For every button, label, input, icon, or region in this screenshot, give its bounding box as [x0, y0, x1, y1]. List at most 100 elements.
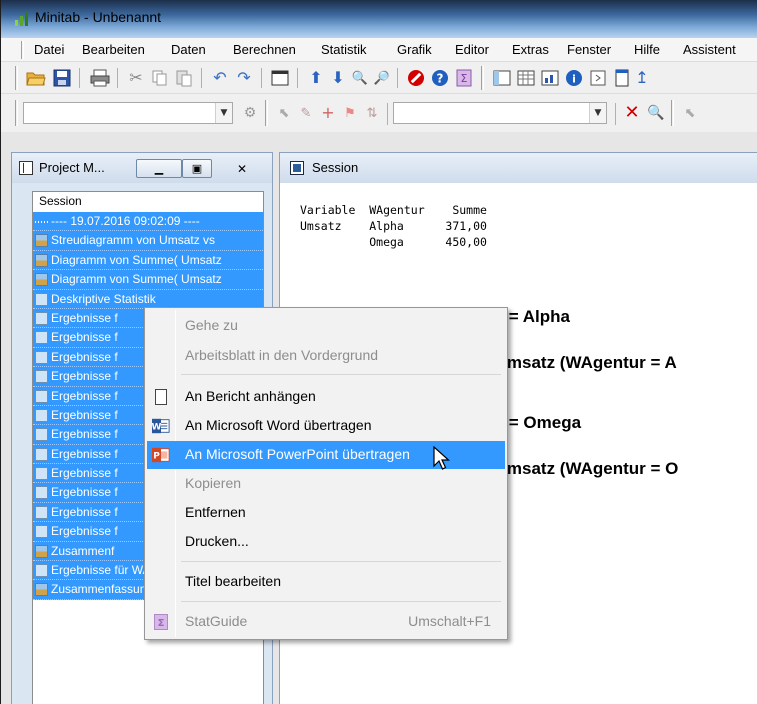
session-tree-item-label: ---- 19.07.2016 09:02:09 ---- — [51, 214, 200, 228]
menu-item-copy[interactable]: Kopieren — [147, 470, 505, 498]
toolbar-grip[interactable] — [15, 66, 18, 90]
arrow-up-icon[interactable]: ⬆ — [305, 67, 327, 89]
menu-daten[interactable]: Daten — [171, 42, 206, 57]
zoom-icon[interactable]: 🔍 — [645, 102, 667, 124]
info-icon[interactable]: i — [563, 67, 585, 89]
menu-statistik[interactable]: Statistik — [321, 42, 367, 57]
copy-icon[interactable] — [149, 67, 171, 89]
menu-item-send-word[interactable]: W An Microsoft Word übertragen — [147, 412, 505, 440]
undo-icon[interactable]: ↶ — [209, 67, 231, 89]
redo-icon[interactable]: ↷ — [233, 67, 255, 89]
worksheet-combo[interactable]: ▼ — [23, 102, 233, 124]
toolbar-grip[interactable] — [265, 100, 268, 126]
open-icon[interactable] — [25, 67, 47, 89]
menu-item-label: StatGuide — [185, 613, 248, 629]
help-icon[interactable]: ? — [429, 67, 451, 89]
session-tree-item-label: Ergebnisse f — [51, 446, 118, 461]
session-tree-item-label: Ergebnisse f — [51, 310, 118, 325]
close-icon[interactable]: ✕ — [621, 102, 643, 124]
word-icon: W — [152, 417, 170, 435]
graph-combo[interactable]: ▼ — [393, 102, 607, 124]
menu-bearbeiten[interactable]: Bearbeiten — [82, 42, 145, 57]
menu-fenster[interactable]: Fenster — [567, 42, 611, 57]
print-icon[interactable] — [89, 67, 111, 89]
brush-tool-icon[interactable]: ⇅ — [361, 102, 383, 124]
window-title: Minitab - Unbenannt — [35, 9, 162, 25]
minitab-window: Minitab - Unbenannt Datei Bearbeiten Dat… — [0, 0, 757, 704]
cancel-icon[interactable] — [405, 67, 427, 89]
pointer-icon[interactable]: ⬉ — [679, 102, 701, 124]
svg-text:?: ? — [437, 72, 444, 86]
project-manager-titlebar[interactable]: Project M... ▁ ▣ ✕ — [12, 153, 272, 183]
menu-item-goto[interactable]: Gehe zu — [147, 312, 505, 340]
session-tree-item[interactable]: Diagramm von Summe( Umsatz — [33, 250, 263, 271]
svg-text:Σ: Σ — [158, 618, 165, 629]
find-icon[interactable]: 🔍 — [349, 67, 371, 89]
menu-item-print[interactable]: Drucken... — [147, 528, 505, 556]
paste-icon[interactable] — [173, 67, 195, 89]
worksheet-icon[interactable] — [515, 67, 537, 89]
project-manager-icon[interactable] — [491, 67, 513, 89]
toolbar-separator — [201, 68, 202, 88]
menu-item-label: Titel bearbeiten — [185, 573, 281, 589]
session-tree-item-label: Ergebnisse f — [51, 485, 118, 500]
statguide-icon[interactable]: Σ — [453, 67, 475, 89]
chevron-down-icon[interactable]: ▼ — [215, 103, 232, 123]
context-menu: Gehe zu Arbeitsblatt in den Vordergrund … — [144, 307, 508, 640]
toolbar-grip[interactable] — [481, 66, 484, 90]
session-tree-item[interactable]: ---- 19.07.2016 09:02:09 ---- — [33, 212, 263, 232]
menu-item-edit-title[interactable]: Titel bearbeiten — [147, 568, 505, 596]
session-tree-item[interactable]: Streudiagramm von Umsatz vs — [33, 231, 263, 251]
pen-icon[interactable]: ✎ — [295, 102, 317, 124]
menu-grafik[interactable]: Grafik — [397, 42, 432, 57]
menu-item-statguide[interactable]: Σ StatGuide Umschalt+F1 — [147, 608, 505, 636]
related-docs-icon[interactable]: ↥ — [631, 67, 653, 89]
menu-item-label: Kopieren — [185, 475, 242, 491]
window-icon[interactable] — [269, 67, 291, 89]
session-tree-item[interactable]: Diagramm von Summe( Umsatz — [33, 270, 263, 290]
toolbar-separator — [297, 68, 298, 88]
menu-berechnen[interactable]: Berechnen — [233, 42, 296, 57]
output-table-row: Omega 450,00 — [300, 235, 487, 249]
session-tree-item-label: Ergebnisse f — [51, 524, 118, 539]
flag-icon[interactable]: ⚑ — [339, 102, 361, 124]
menu-item-remove[interactable]: Entfernen — [147, 499, 505, 527]
output-doc-icon — [35, 408, 48, 422]
find-next-icon[interactable]: 🔎 — [371, 67, 393, 89]
menu-hilfe[interactable]: Hilfe — [634, 42, 660, 57]
menu-datei[interactable]: Datei — [34, 42, 64, 57]
menubar-grip[interactable] — [21, 41, 24, 59]
chevron-down-icon[interactable]: ▼ — [589, 103, 606, 123]
report-pad-icon[interactable] — [611, 67, 633, 89]
brush-icon[interactable]: ⚙ — [239, 102, 261, 124]
session-titlebar[interactable]: Session — [280, 153, 757, 183]
toolbar-grip[interactable] — [671, 100, 674, 126]
menu-item-label: An Microsoft Word übertragen — [185, 417, 372, 433]
svg-text:i: i — [572, 73, 576, 86]
maximize-button[interactable]: ▣ — [182, 159, 212, 178]
minimize-button[interactable]: ▁ — [136, 159, 182, 178]
menu-editor[interactable]: Editor — [455, 42, 489, 57]
select-arrow-icon[interactable]: ⬉ — [273, 102, 295, 124]
menu-item-send-powerpoint[interactable]: P An Microsoft PowerPoint übertragen — [147, 441, 505, 469]
menu-bar: Datei Bearbeiten Daten Berechnen Statist… — [1, 38, 757, 62]
crosshair-icon[interactable]: + — [317, 102, 339, 124]
menu-item-shortcut: Umschalt+F1 — [408, 613, 491, 629]
output-table-header: Variable WAgentur Summe — [300, 203, 487, 217]
output-doc-icon — [35, 370, 48, 384]
toolbar-grip[interactable] — [15, 100, 18, 126]
close-button[interactable]: ✕ — [220, 159, 264, 178]
save-icon[interactable] — [51, 67, 73, 89]
history-icon[interactable] — [587, 67, 609, 89]
menu-separator — [181, 374, 501, 375]
graph-folder-icon[interactable] — [539, 67, 561, 89]
menu-item-worksheet-front[interactable]: Arbeitsblatt in den Vordergrund — [147, 342, 505, 370]
session-tree-header[interactable]: Session — [33, 192, 263, 212]
output-doc-icon — [35, 311, 48, 325]
arrow-down-icon[interactable]: ⬇ — [327, 67, 349, 89]
menu-extras[interactable]: Extras — [512, 42, 549, 57]
cut-icon[interactable]: ✂ — [125, 67, 147, 89]
menu-assistent[interactable]: Assistent — [683, 42, 736, 57]
title-bar[interactable]: Minitab - Unbenannt — [1, 0, 757, 38]
menu-item-append-report[interactable]: An Bericht anhängen — [147, 383, 505, 411]
